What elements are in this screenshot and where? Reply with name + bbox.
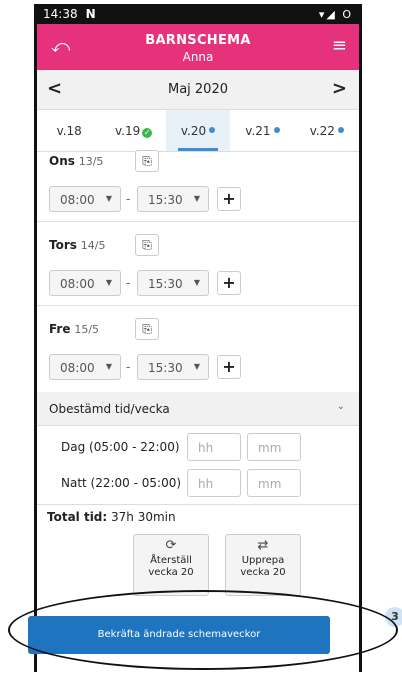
day-minutes-input[interactable]: mm (247, 433, 301, 461)
tab-week-18[interactable]: v.18 (37, 110, 101, 151)
dot-icon (273, 127, 280, 133)
copy-icon[interactable]: ⎘ (135, 318, 159, 340)
carrier-icon: N (85, 7, 96, 21)
day-hours-label: Dag (05:00 - 22:00) (61, 440, 180, 454)
copy-icon[interactable]: ⎘ (135, 234, 159, 256)
start-time-select[interactable]: 08:00 ▼ (49, 270, 121, 296)
copy-icon[interactable]: ⎘ (135, 150, 159, 172)
end-time-select[interactable]: 15:30 ▼ (137, 270, 209, 296)
repeat-icon: ⇄ (257, 538, 269, 553)
total-time: Total tid: 37h 30min (47, 510, 176, 524)
page-title: BARNSCHEMA (145, 33, 251, 48)
day-label: Tors 14/5 (49, 238, 106, 252)
check-icon: ✓ (142, 128, 153, 138)
night-hours-label: Natt (22:00 - 05:00) (61, 476, 182, 490)
changed-weeks-badge: 3 (385, 607, 402, 627)
confirm-changed-weeks-button[interactable]: Bekräfta ändrade schemaveckor (28, 616, 330, 654)
tab-week-19[interactable]: v.19 ✓ (101, 110, 165, 151)
status-icons: ▾◢ O (318, 7, 353, 21)
child-name: Anna (182, 50, 214, 64)
time-separator: - (126, 192, 131, 206)
day-row-ons: Ons 13/5 ⎘ 08:00 ▼ - 15:30 ▼ + (37, 150, 359, 222)
repeat-week-button[interactable]: ⇄ Upprepa vecka 20 (225, 534, 301, 596)
day-hours-input[interactable]: hh (187, 433, 241, 461)
time-separator: - (126, 360, 131, 374)
week-tabs: v.18 v.19 ✓ v.20 v.21 v.22 (37, 110, 359, 152)
day-row-tors: Tors 14/5 ⎘ 08:00 ▼ - 15:30 ▼ + (37, 222, 359, 306)
status-time: 14:38 (43, 7, 78, 21)
night-minutes-input[interactable]: mm (247, 469, 301, 497)
add-time-button[interactable]: + (217, 271, 241, 295)
unscheduled-time-toggle[interactable]: Obestämd tid/vecka ⌄ (37, 392, 359, 426)
tab-week-21[interactable]: v.21 (230, 110, 294, 151)
phone-screen: 14:38 N ▾◢ O ⤺ BARNSCHEMA Anna ≡ < Maj 2… (34, 4, 362, 672)
app-header: ⤺ BARNSCHEMA Anna ≡ (37, 24, 359, 70)
day-row-fre: Fre 15/5 ⎘ 08:00 ▼ - 15:30 ▼ + (37, 306, 359, 392)
month-label: Maj 2020 (167, 82, 228, 97)
unscheduled-label: Obestämd tid/vecka (49, 402, 170, 416)
start-time-select[interactable]: 08:00 ▼ (49, 186, 121, 212)
time-separator: - (126, 276, 131, 290)
end-time-select[interactable]: 15:30 ▼ (137, 354, 209, 380)
end-time-select[interactable]: 15:30 ▼ (137, 186, 209, 212)
divider (37, 504, 359, 505)
add-time-button[interactable]: + (217, 355, 241, 379)
dot-icon (337, 127, 344, 133)
tab-week-20[interactable]: v.20 (165, 110, 231, 151)
day-label: Ons 13/5 (49, 154, 104, 168)
day-label: Fre 15/5 (49, 322, 100, 336)
reset-week-button[interactable]: ⟳ Återställ vecka 20 (133, 534, 209, 596)
start-time-select[interactable]: 08:00 ▼ (49, 354, 121, 380)
chevron-down-icon: ⌄ (336, 401, 345, 412)
night-hours-input[interactable]: hh (187, 469, 241, 497)
dot-icon (209, 127, 216, 133)
menu-icon[interactable]: ≡ (332, 35, 347, 56)
next-month-button[interactable]: > (332, 78, 347, 99)
refresh-icon: ⟳ (165, 538, 177, 553)
month-navigator: < Maj 2020 > (37, 70, 359, 110)
add-time-button[interactable]: + (217, 187, 241, 211)
tab-week-22[interactable]: v.22 (295, 110, 359, 151)
status-bar: 14:38 N ▾◢ O (37, 4, 359, 24)
